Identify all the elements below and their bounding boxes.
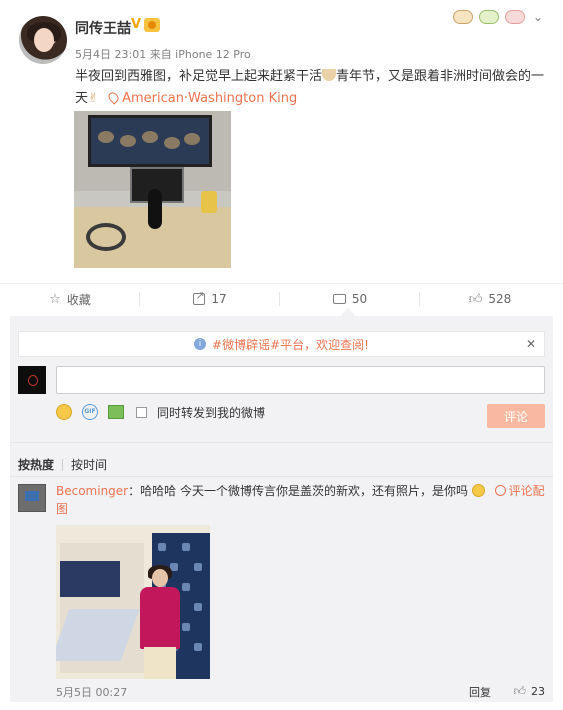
comment-tools: GIF 同时转发到我的微博 [56,403,265,421]
commenter-name[interactable]: Becominger [56,484,128,498]
location-pin-icon [106,90,121,105]
photo-person-head [152,569,168,587]
post-text-part1: 半夜回到西雅图，补足觉早上起来赶紧干活 [75,69,323,84]
comment-photo[interactable] [56,525,210,679]
vip-crown-icon [144,18,160,32]
photo-headset [86,223,126,251]
notice-prefix[interactable]: #微博辟谣#平台， [212,336,316,353]
like-icon: 👍︎ [468,291,483,307]
divider [10,476,553,477]
sort-by-time-tab[interactable]: 按时间 [71,456,107,473]
favorite-label: 收藏 [66,292,91,307]
post-photo[interactable] [74,111,231,268]
notice-link[interactable]: 欢迎查阅! [316,336,369,353]
weibo-post: 同传王喆 V ⌄ 5月4日 23:01 来自 iPhone 12 Pro 半夜回… [0,0,563,285]
comment-time: 5月5日 00:27 [56,686,128,699]
current-user-avatar[interactable] [18,366,46,394]
verified-badge-icon: V [131,17,142,32]
comment-panel: i #微博辟谣#平台， 欢迎查阅! ✕ GIF 同时转发到我的微博 评论 按热度… [10,316,553,702]
repost-checkbox-label[interactable]: 同时转发到我的微博 [157,404,265,421]
photo-person-body [140,587,180,649]
post-top-icons: ⌄ [453,10,545,24]
photo-sign-dark-panel [60,561,120,597]
info-icon: i [194,338,207,350]
avatar-face [34,28,54,52]
sort-by-hot-tab[interactable]: 按热度 [18,456,54,473]
photo-mug [201,191,217,213]
location-label: American·Washington King [122,91,298,106]
photo-bird [184,133,200,145]
photo-bird [164,137,180,149]
picture-icon [494,485,506,496]
reply-button[interactable]: 回复 [469,684,491,700]
comment-like-count: 23 [531,685,545,698]
author-avatar[interactable] [19,16,67,64]
comment-sort-tabs: 按热度 按时间 [18,456,107,473]
author-name[interactable]: 同传王喆 [75,18,131,38]
submit-comment-button[interactable]: 评论 [487,404,545,428]
fan-badge-icon[interactable] [453,10,473,24]
post-meta: 5月4日 23:01 来自 iPhone 12 Pro [75,48,251,61]
comment-icon [332,294,346,304]
like-count: 528 [488,292,512,306]
comment-input[interactable] [56,366,545,394]
sort-divider [62,458,64,471]
photo-bird [98,131,114,143]
photo-bird [142,131,158,143]
comment-text: Becominger：哈哈哈 今天一个微博传言你是盖茨的新欢，还有照片，是你吗 … [56,482,546,518]
comment-count: 50 [351,292,368,306]
gif-icon[interactable]: GIF [82,404,98,420]
photo-microphone [148,189,162,229]
like-icon: 👍︎ [513,684,526,698]
chevron-down-icon[interactable]: ⌄ [531,10,545,24]
favorite-button[interactable]: ☆ 收藏 [0,284,140,314]
emoji-icon[interactable] [56,404,72,420]
repost-icon [193,289,206,305]
victory-hand-emoji-icon: ✌ [88,91,99,106]
bowl-emoji-icon [322,69,337,81]
fan-badge-pink-icon[interactable] [505,10,525,24]
image-icon[interactable] [108,405,124,419]
repost-checkbox[interactable] [136,406,147,418]
commenter-avatar[interactable] [18,484,46,512]
fan-badge-green-icon[interactable] [479,10,499,24]
divider [10,442,553,443]
grin-emoji-icon [471,484,485,497]
comment-footer: 5月5日 00:27 回复 👍︎ 23 [56,684,545,700]
location-link[interactable]: American·Washington King [103,90,298,106]
post-text: 半夜回到西雅图，补足觉早上起来赶紧干活 青年节，又是跟着非洲时间做会的一天✌ Am… [75,66,545,110]
repost-button[interactable]: 17 [140,284,280,314]
close-icon[interactable]: ✕ [526,337,536,351]
like-button[interactable]: 👍︎ 528 [420,284,560,314]
comment-like-button[interactable]: 👍︎ 23 [513,684,545,699]
comment-body: ：哈哈哈 今天一个微博传言你是盖茨的新欢，还有照片，是你吗 [128,484,468,498]
star-icon: ☆ [49,291,61,307]
repost-count: 17 [211,292,227,306]
rumor-notice-bar: i #微博辟谣#平台， 欢迎查阅! ✕ [18,331,545,357]
photo-bird [120,135,136,147]
photo-person-legs [144,647,176,679]
post-action-bar: ☆ 收藏 17 50 👍︎ 528 [0,283,563,313]
